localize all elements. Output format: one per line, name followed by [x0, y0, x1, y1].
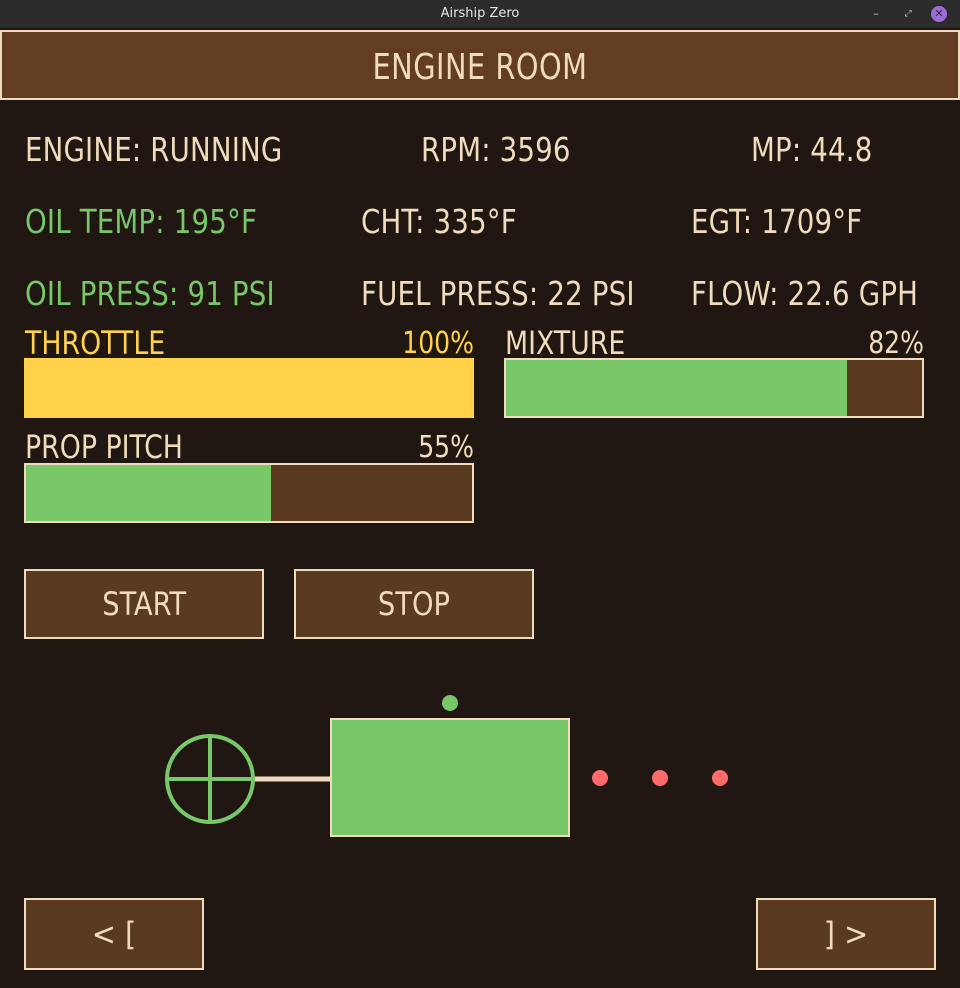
- exhaust-dot: [712, 770, 728, 786]
- prev-page-button[interactable]: < [: [24, 898, 204, 970]
- crosshair-circle-icon: [165, 734, 255, 824]
- next-page-button[interactable]: ] >: [756, 898, 936, 970]
- exhaust-dot: [592, 770, 608, 786]
- exhaust-dot: [652, 770, 668, 786]
- engine-block: [330, 718, 570, 837]
- engine-status-dot: [442, 695, 458, 711]
- engine-diagram: [165, 695, 728, 837]
